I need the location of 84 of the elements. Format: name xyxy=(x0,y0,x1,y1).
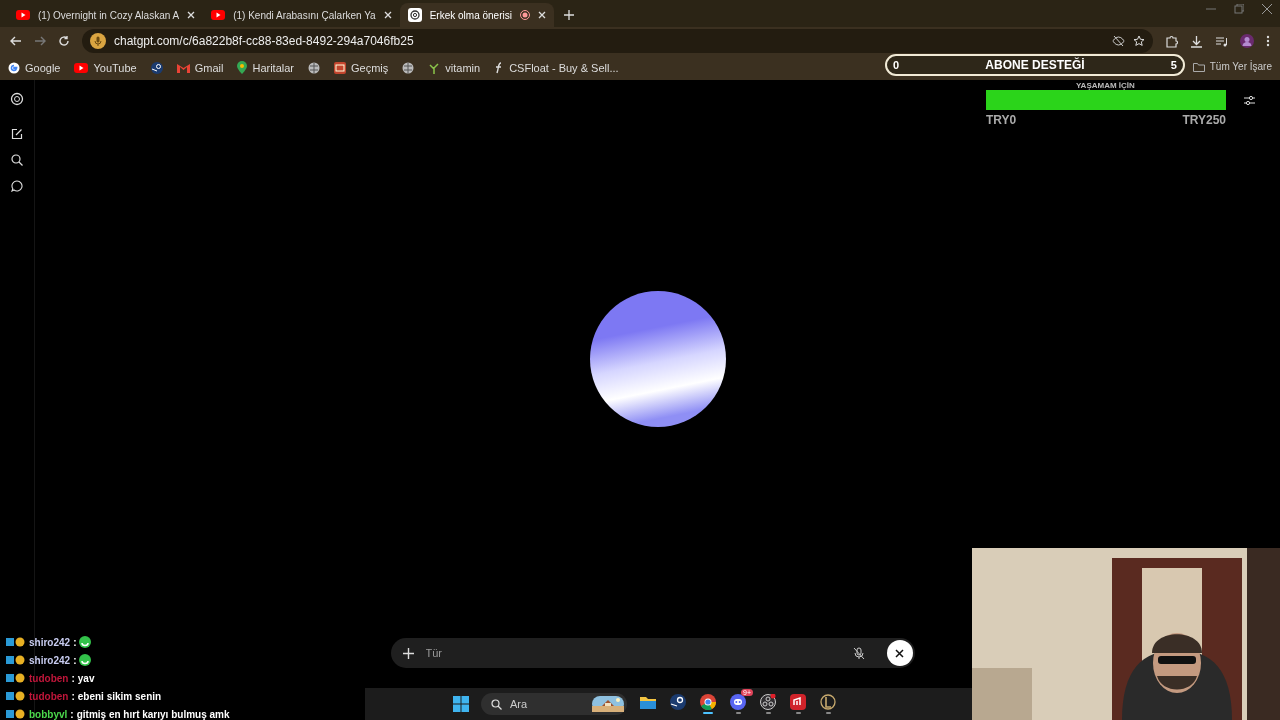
taskbar-search[interactable]: Ara xyxy=(481,693,627,715)
video-play-icon xyxy=(16,10,30,20)
donation-min: TRY0 xyxy=(986,113,1017,127)
donation-max: TRY250 xyxy=(1182,113,1226,127)
history-logo-icon xyxy=(334,61,347,74)
globe-icon[interactable] xyxy=(308,61,321,74)
media-queue-icon[interactable] xyxy=(1215,34,1228,48)
folder-icon[interactable] xyxy=(640,694,656,710)
bookmark-folder[interactable]: Tüm Yer İşare xyxy=(1192,61,1272,72)
chat-app-icon[interactable] xyxy=(730,694,746,710)
forward-icon[interactable] xyxy=(34,35,46,47)
chat-separator: : xyxy=(73,654,77,666)
bookmark-link[interactable]: Haritalar xyxy=(237,61,295,74)
bookmark-link[interactable]: Google xyxy=(8,61,61,74)
chat-username: shiro242 xyxy=(29,654,71,666)
bookmark-link[interactable]: Gmail xyxy=(176,61,224,74)
chat-badge-icon xyxy=(6,691,26,701)
close-icon[interactable] xyxy=(1262,4,1272,14)
bookmark-link[interactable]: Geçmiş xyxy=(334,61,389,74)
new-tab-icon[interactable] xyxy=(563,10,574,20)
chrome-icon[interactable] xyxy=(700,694,716,710)
address-bar[interactable]: chatgpt.com/c/6a822b8f-cc88-83ed-8492-294a7046fb25 xyxy=(82,29,1153,53)
chat-bubble-icon[interactable] xyxy=(11,180,23,192)
microphone-icon xyxy=(90,33,106,49)
star-icon[interactable] xyxy=(1133,35,1145,47)
goal-end: 5 xyxy=(1170,59,1177,71)
goal-start: 0 xyxy=(893,59,900,71)
chat-badge-icon xyxy=(6,673,26,683)
goal-title: ABONE DESTEĞİ xyxy=(985,58,1085,72)
chat-message: ebeni sikim senin xyxy=(77,690,162,702)
bookmark-link[interactable]: CSFloat - Buy & Sell... xyxy=(494,61,619,74)
text-input[interactable]: Tür xyxy=(423,646,843,660)
more-menu-icon[interactable] xyxy=(1266,35,1270,47)
close-button[interactable] xyxy=(886,640,913,666)
chat-badge-icon xyxy=(6,709,26,719)
start-icon[interactable] xyxy=(453,696,469,712)
edit-icon[interactable] xyxy=(11,128,23,140)
chat-message: yav xyxy=(77,672,95,684)
chat-separator: : xyxy=(71,672,75,684)
chat-separator: : xyxy=(70,708,74,720)
chat-badge-icon xyxy=(6,637,26,647)
recorder-icon[interactable] xyxy=(760,694,776,710)
video-play-icon xyxy=(211,10,226,20)
close-icon xyxy=(895,648,904,658)
chat-separator: : xyxy=(71,690,75,702)
chat-badge-icon xyxy=(6,655,26,665)
back-icon[interactable] xyxy=(10,35,22,47)
chat-message: gitmiş en hırt karıyı bulmuş amk xyxy=(76,708,230,720)
microphone-muted-icon[interactable] xyxy=(852,646,865,660)
chat-username: bobbyvl xyxy=(29,708,68,720)
steam-icon[interactable] xyxy=(670,694,686,710)
envelope-icon xyxy=(176,62,190,73)
search-icon xyxy=(491,698,502,710)
eye-slash-icon[interactable] xyxy=(1112,35,1125,47)
record-icon xyxy=(519,10,530,20)
smiley-emote-icon xyxy=(79,636,92,648)
plant-icon xyxy=(428,61,441,74)
g-logo-icon xyxy=(8,61,20,74)
chat-separator: : xyxy=(73,636,77,648)
globe-icon[interactable] xyxy=(402,61,415,74)
l-logo-icon[interactable] xyxy=(820,694,836,710)
voice-input-bar[interactable]: Tür xyxy=(390,638,915,668)
search-icon[interactable] xyxy=(11,154,23,166)
puzzle-icon[interactable] xyxy=(1165,34,1178,48)
restore-icon[interactable] xyxy=(1234,4,1244,14)
donation-caption: YAŞAMAM İÇİN xyxy=(1076,81,1135,90)
bookmark-link[interactable]: vitamin xyxy=(428,61,481,74)
download-icon[interactable] xyxy=(1190,34,1203,48)
chat-username: tudoben xyxy=(29,672,69,684)
chat-username: shiro242 xyxy=(29,636,71,648)
smiley-emote-icon xyxy=(79,654,92,666)
browser-tab[interactable]: (1) Overnight in Cozy Alaskan A xyxy=(8,3,204,27)
folder-icon xyxy=(1192,61,1205,72)
bookmark-link[interactable]: YouTube xyxy=(74,61,137,74)
plus-icon[interactable] xyxy=(402,647,414,659)
sliders-icon[interactable] xyxy=(1244,94,1255,106)
reload-icon[interactable] xyxy=(58,35,70,47)
video-play-icon xyxy=(74,62,89,73)
chat-username: tudoben xyxy=(29,690,69,702)
steam-icon[interactable] xyxy=(150,61,163,74)
profile-avatar-icon[interactable] xyxy=(1240,34,1254,48)
browser-tab[interactable]: (1) Kendi Arabasını Çalarken Ya xyxy=(203,3,400,27)
map-pin-icon xyxy=(237,61,248,74)
browser-tab[interactable]: Erkek olma önerisi xyxy=(399,3,554,27)
